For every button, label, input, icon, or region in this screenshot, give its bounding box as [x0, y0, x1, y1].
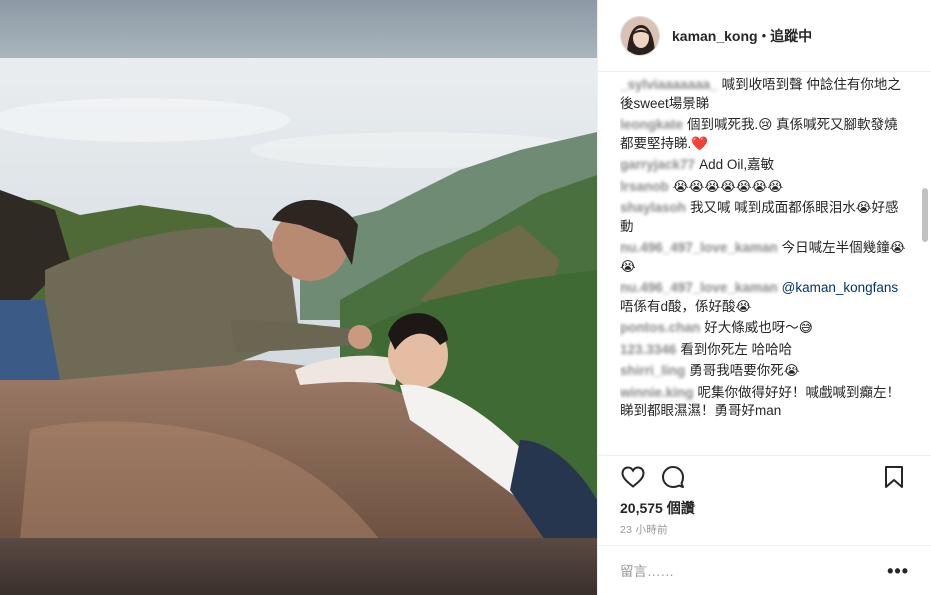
more-options-icon[interactable]: •••: [887, 562, 909, 580]
follow-status-button[interactable]: 追蹤中: [770, 26, 812, 46]
comment-username[interactable]: pontos.chan: [620, 320, 700, 335]
comment-username[interactable]: winnie.king: [620, 385, 694, 400]
comment-item: leongkate 個到喊死我.😢 真係喊死又腳軟發燒都要堅持睇.❤️: [620, 116, 911, 153]
comment-item: shaylasoh 我又喊 喊到成面都係眼泪水😭好感動: [620, 199, 911, 236]
comment-input[interactable]: [620, 563, 888, 579]
comment-item: 123.3346 看到你死左 哈哈哈: [620, 341, 911, 360]
action-bar: [620, 464, 907, 490]
comment-text: Add Oil,嘉敏: [699, 157, 775, 172]
comment-bubble-icon[interactable]: [660, 464, 686, 490]
instagram-post-view: kaman_kong • 追蹤中 _sylviaaaaaaa_ 喊到收唔到聲 仲諗…: [0, 0, 931, 595]
comment-text: 勇哥我唔要你死😭: [689, 363, 800, 378]
comment-mention-link[interactable]: @kaman_kongfans: [782, 280, 899, 295]
heart-icon[interactable]: [620, 464, 646, 490]
comment-item: nu.496_497_love_kaman 今日喊左半個幾鐘😭😭: [620, 239, 911, 276]
comment-item: garryjack77 Add Oil,嘉敏: [620, 156, 911, 175]
avatar[interactable]: [620, 15, 660, 56]
comment-form: •••: [620, 556, 909, 586]
photo-illustration: [0, 0, 597, 595]
comment-item: winnie.king 呢集你做得好好！喊戲喊到癲左！睇到都眼濕濕！勇哥好man: [620, 384, 911, 421]
post-timestamp[interactable]: 23 小時前: [620, 522, 668, 537]
comment-text: 好大條威也呀～😅: [704, 320, 813, 335]
comments-scrollbar[interactable]: [922, 188, 928, 242]
comment-username[interactable]: leongkate: [620, 117, 683, 132]
comment-text: 唔係有d酸，係好酸😭: [620, 298, 752, 314]
comment-item: pontos.chan 好大條威也呀～😅: [620, 319, 911, 338]
comment-text: 😭😭😭😭😭😭😭: [672, 178, 784, 194]
divider: [598, 545, 931, 546]
comment-username[interactable]: lrsanob: [620, 179, 669, 194]
comments-list[interactable]: _sylviaaaaaaa_ 喊到收唔到聲 仲諗住有你地之後sweet場景睇 le…: [620, 76, 911, 454]
comment-item: nu.496_497_love_kaman @kaman_kongfans 唔係有…: [620, 279, 911, 316]
post-photo[interactable]: [0, 0, 597, 595]
comment-username[interactable]: 123.3346: [620, 342, 676, 357]
comment-item: _sylviaaaaaaa_ 喊到收唔到聲 仲諗住有你地之後sweet場景睇: [620, 76, 911, 113]
comment-username[interactable]: shirri_ling: [620, 363, 685, 378]
comment-username[interactable]: nu.496_497_love_kaman: [620, 280, 778, 295]
comment-username[interactable]: _sylviaaaaaaa_: [620, 77, 718, 92]
avatar-image: [621, 16, 659, 55]
post-sidebar: kaman_kong • 追蹤中 _sylviaaaaaaa_ 喊到收唔到聲 仲諗…: [597, 0, 931, 595]
divider: [598, 455, 931, 456]
post-header: kaman_kong • 追蹤中: [598, 0, 931, 72]
comment-item: lrsanob 😭😭😭😭😭😭😭: [620, 178, 911, 197]
comment-username[interactable]: shaylasoh: [620, 200, 686, 215]
header-separator: •: [761, 28, 767, 43]
comment-text: 看到你死左 哈哈哈: [680, 341, 793, 357]
post-username[interactable]: kaman_kong: [672, 28, 758, 44]
comment-username[interactable]: nu.496_497_love_kaman: [620, 240, 778, 255]
comment-item: shirri_ling 勇哥我唔要你死😭: [620, 362, 911, 381]
comment-username[interactable]: garryjack77: [620, 157, 695, 172]
bookmark-icon[interactable]: [881, 464, 907, 490]
likes-count[interactable]: 20,575 個讚: [620, 498, 695, 518]
